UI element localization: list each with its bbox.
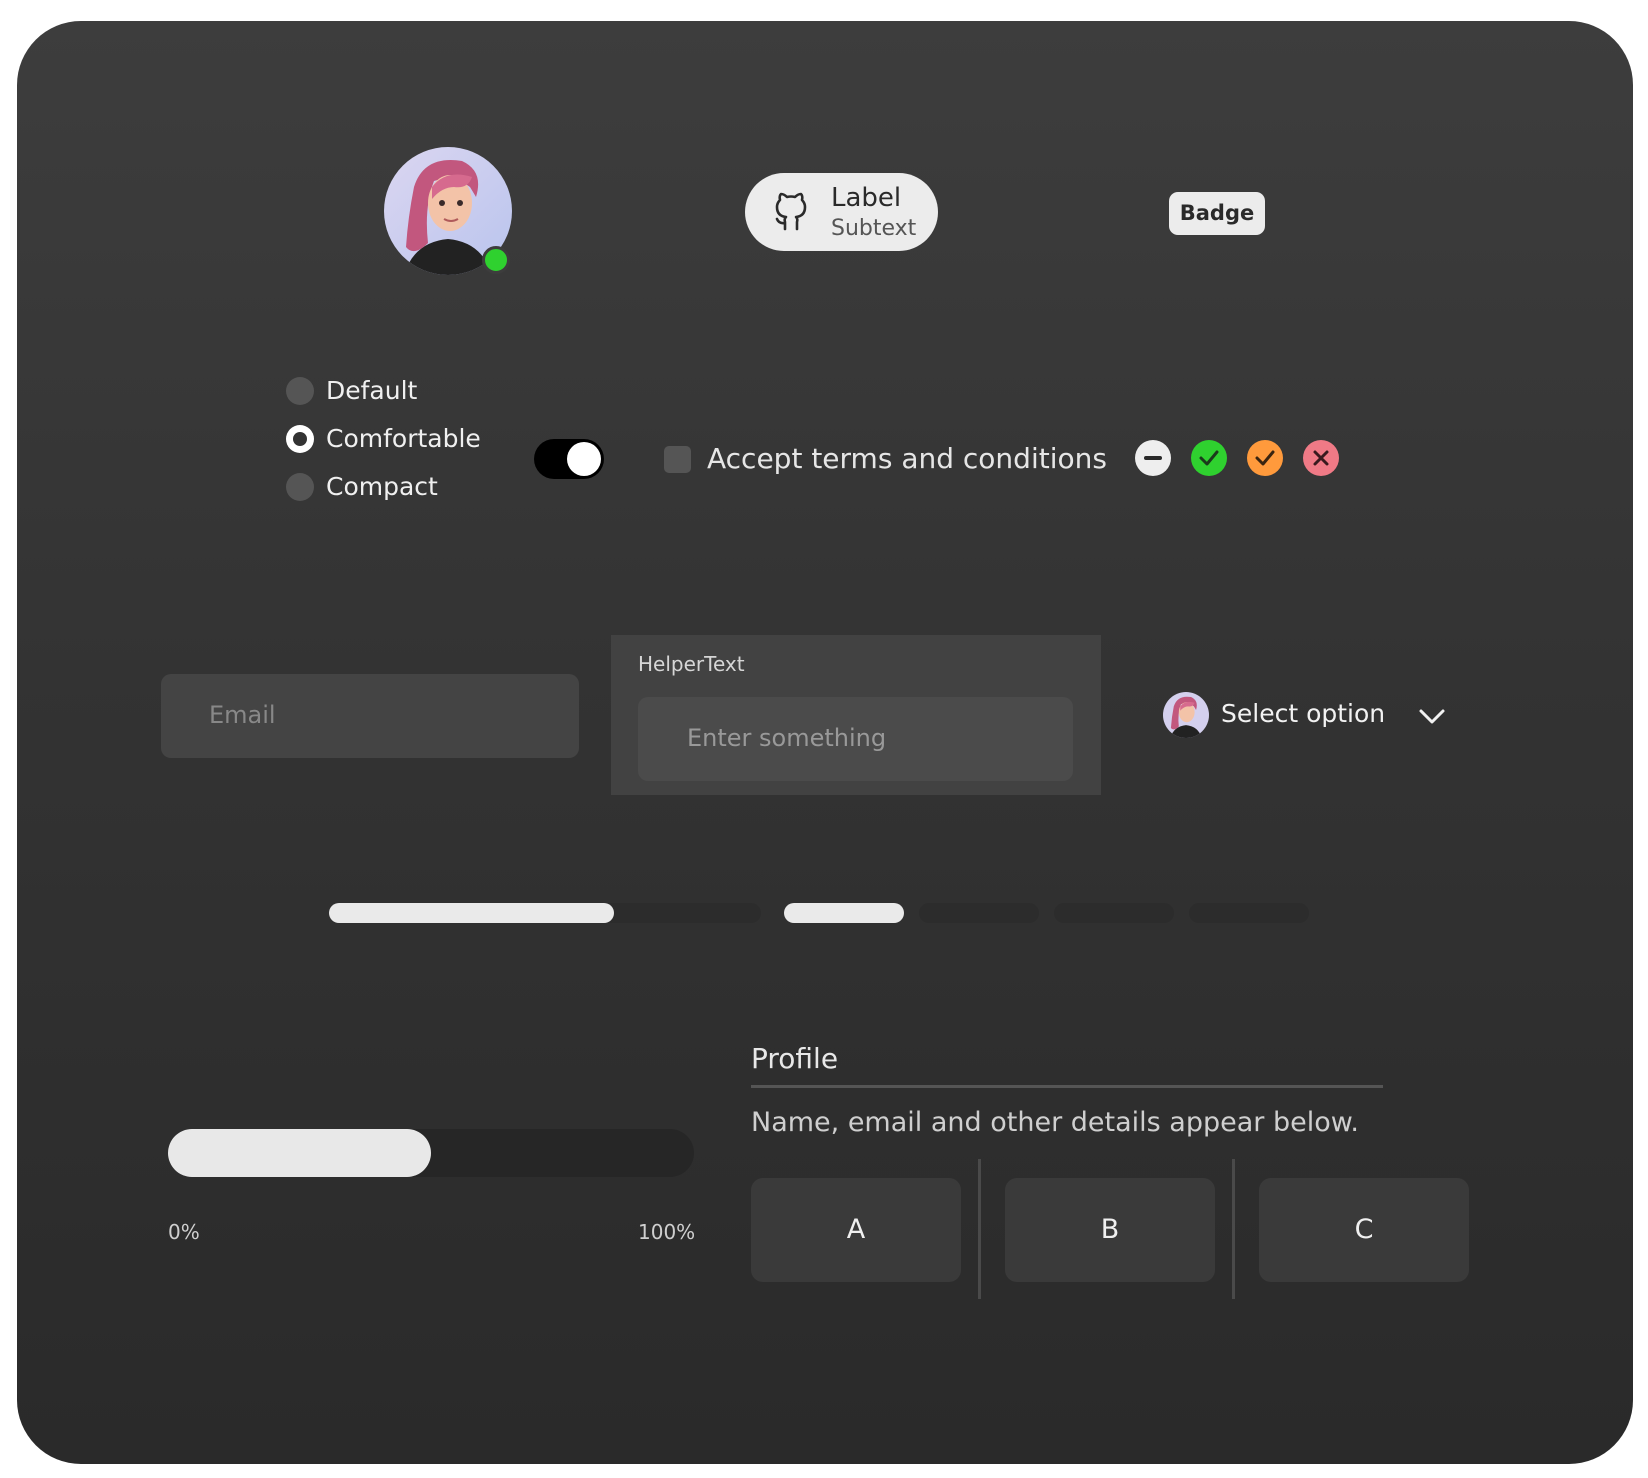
chip-subtext: Subtext — [831, 216, 917, 241]
badge: Badge — [1169, 192, 1265, 235]
linear-progress — [329, 903, 761, 923]
text-input[interactable]: Enter something — [638, 697, 1073, 781]
toggle-switch[interactable] — [534, 439, 604, 479]
segment-divider — [978, 1159, 981, 1299]
close-circle-icon — [1303, 440, 1339, 476]
radio-label-comfortable[interactable]: Comfortable — [326, 422, 481, 456]
segment-divider — [1232, 1159, 1235, 1299]
profile-divider — [751, 1085, 1383, 1088]
slider-max-label: 100% — [638, 1220, 696, 1244]
slider-min-label: 0% — [168, 1220, 200, 1244]
segment-a[interactable]: A — [751, 1178, 961, 1282]
radio-label-default[interactable]: Default — [326, 374, 417, 408]
slider-fill[interactable] — [168, 1129, 431, 1177]
profile-title: Profile — [751, 1042, 839, 1075]
select-dropdown[interactable]: Select option — [1163, 686, 1458, 746]
segment-b[interactable]: B — [1005, 1178, 1215, 1282]
step-segment — [919, 903, 1039, 923]
toggle-knob — [567, 442, 601, 476]
chip[interactable]: Label Subtext — [745, 173, 938, 251]
profile-description: Name, email and other details appear bel… — [751, 1107, 1359, 1138]
terms-checkbox[interactable] — [664, 446, 691, 473]
select-avatar — [1163, 692, 1209, 738]
step-segment — [784, 903, 904, 923]
step-segment — [1054, 903, 1174, 923]
select-label: Select option — [1221, 699, 1386, 728]
slider[interactable] — [168, 1129, 694, 1177]
step-segment — [1189, 903, 1309, 923]
helper-field-group: HelperText Enter something — [611, 635, 1101, 795]
terms-label[interactable]: Accept terms and conditions — [707, 440, 1107, 478]
segment-c[interactable]: C — [1259, 1178, 1469, 1282]
chip-label: Label — [831, 183, 902, 213]
check-circle-orange-icon — [1247, 440, 1283, 476]
radio-label-compact[interactable]: Compact — [326, 470, 438, 504]
check-circle-green-icon — [1191, 440, 1227, 476]
github-icon — [771, 191, 811, 233]
online-status-dot — [482, 246, 510, 274]
linear-progress-fill — [329, 903, 614, 923]
chevron-down-icon[interactable] — [1417, 701, 1447, 731]
radio-compact[interactable] — [286, 473, 314, 501]
radio-default[interactable] — [286, 377, 314, 405]
component-showcase-window: Label Subtext Badge Default Comfortable … — [17, 21, 1633, 1464]
text-input-placeholder: Enter something — [687, 724, 887, 752]
minus-circle-icon — [1135, 440, 1171, 476]
helper-text: HelperText — [638, 652, 745, 676]
email-placeholder: Email — [209, 701, 276, 729]
radio-comfortable[interactable] — [286, 425, 314, 453]
email-field[interactable]: Email — [161, 674, 579, 758]
